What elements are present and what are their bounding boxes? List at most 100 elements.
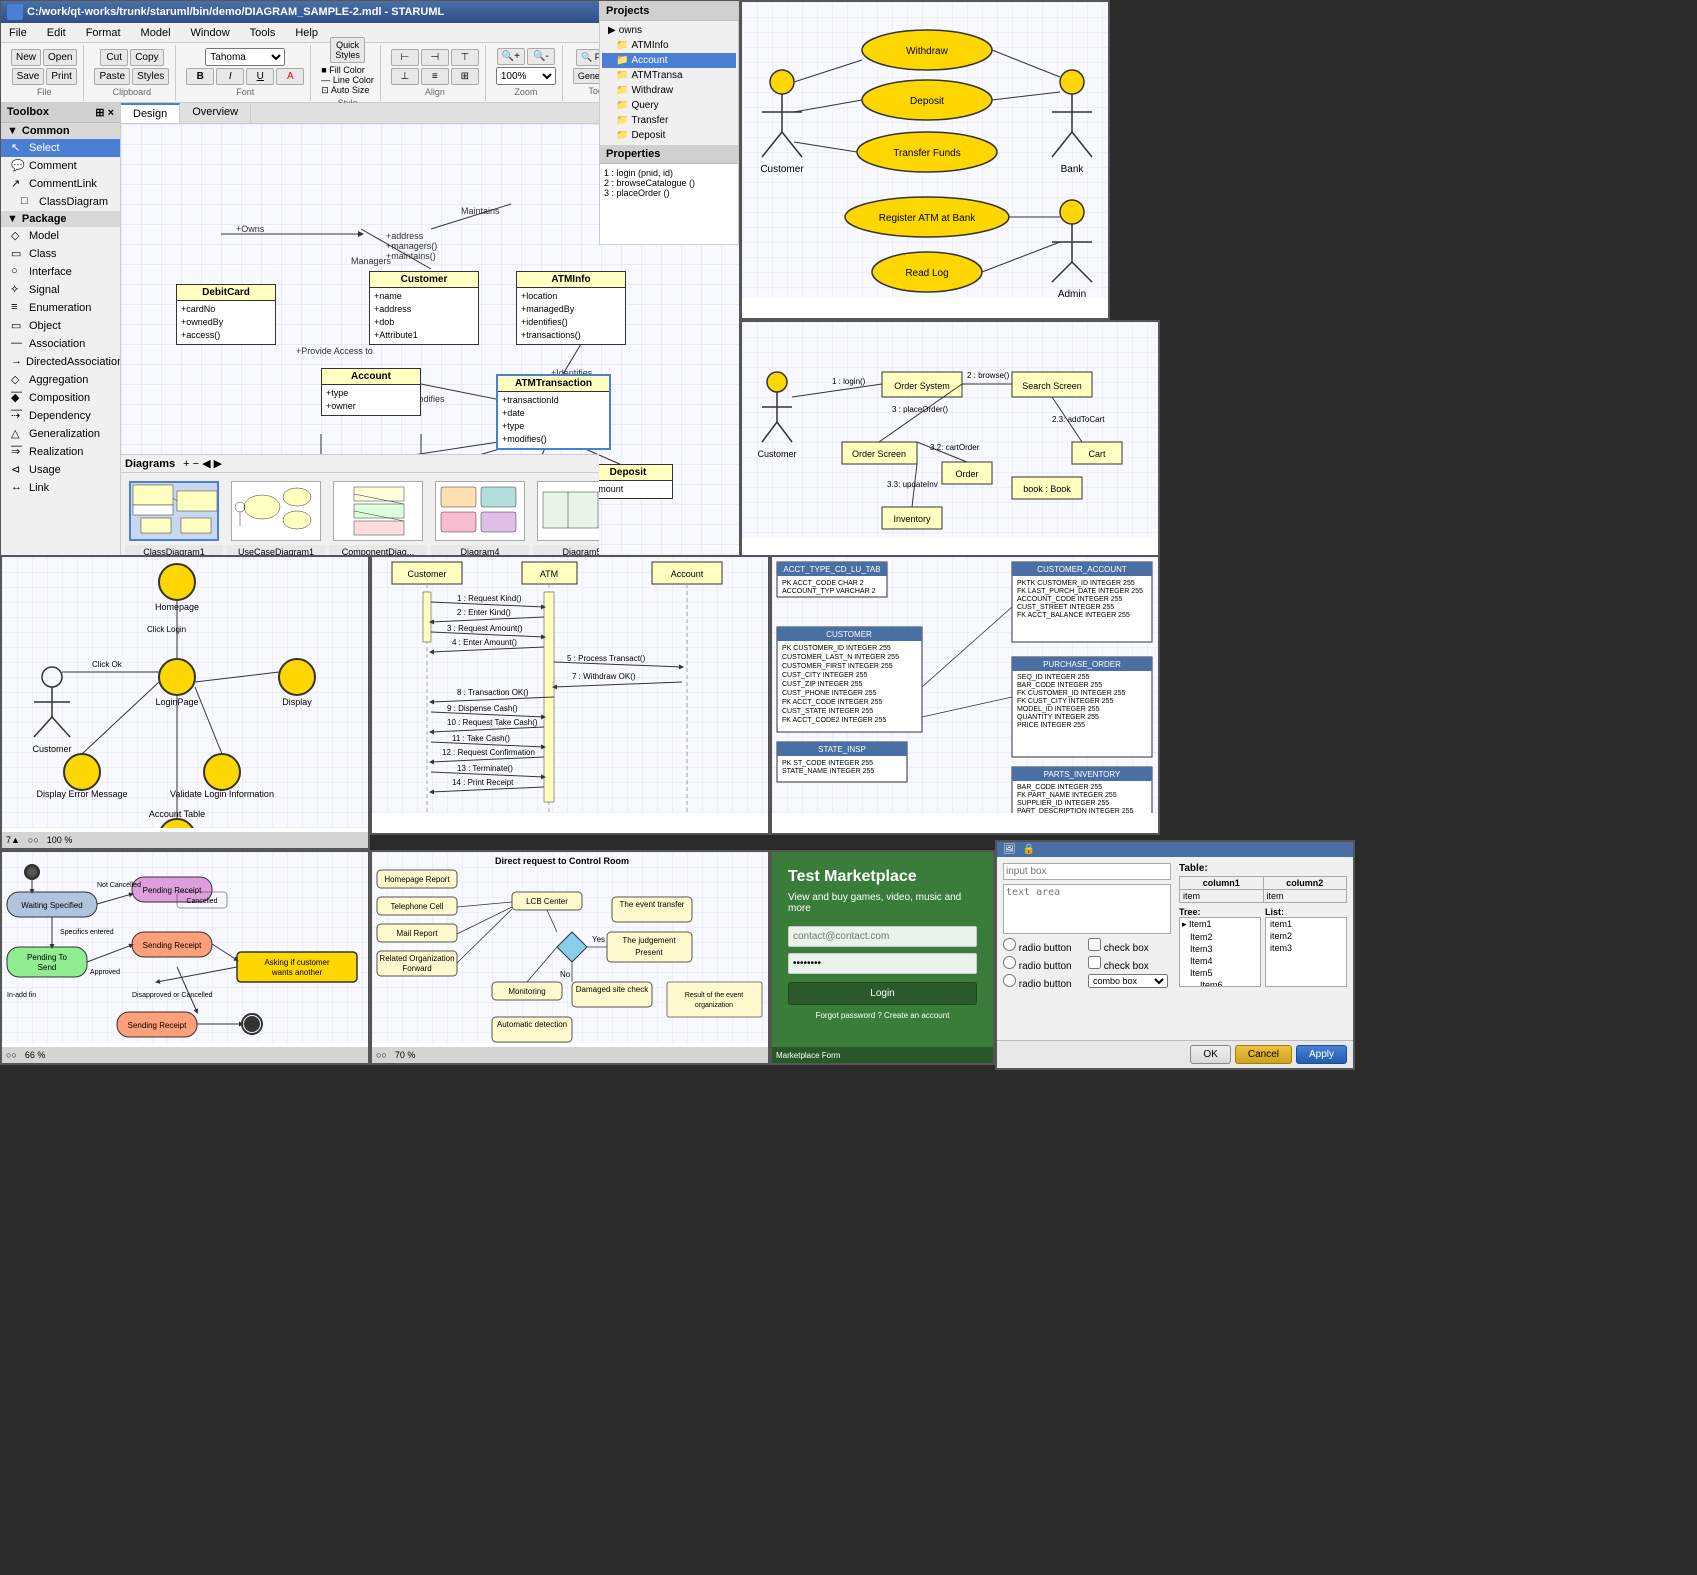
color-button[interactable]: A [276,68,304,85]
class-debitcard[interactable]: DebitCard +cardNo +ownedBy +access() [176,284,276,345]
toolbox-item-generalization[interactable]: △— Generalization [1,425,120,443]
radio-3[interactable] [1003,974,1016,987]
check-label-1[interactable]: check box [1088,938,1171,954]
toolbox-item-composition[interactable]: ◆— Composition [1,389,120,407]
tab-overview[interactable]: Overview [180,103,251,123]
class-account[interactable]: Account +type +owner [321,368,421,416]
underline-button[interactable]: U [246,68,274,85]
radio-label-1[interactable]: radio button [1003,938,1086,954]
tree-list[interactable]: ▸ Item1 Item2 Item3 Item4 Item5 Item6 It… [1179,917,1261,987]
copy-button[interactable]: Copy [130,49,163,66]
marketplace-password-field[interactable] [788,953,977,974]
diagram-thumbnail-3[interactable] [435,481,525,541]
check-1[interactable] [1088,938,1101,951]
list-item-1[interactable]: item1 [1266,918,1346,930]
toolbox-item-select[interactable]: ↖ Select [1,139,120,157]
toolbox-item-aggregation[interactable]: ◇— Aggregation [1,371,120,389]
diagram-thumbnail-4[interactable] [537,481,599,541]
tree-item-1[interactable]: ▸ Item1 [1180,918,1260,931]
toolbox-item-model[interactable]: ◇ Model [1,227,120,245]
diagram-thumb-2[interactable]: ComponentDiag... [329,477,427,559]
marketplace-email-field[interactable] [788,926,977,947]
project-transfer[interactable]: 📁 Transfer [602,113,736,128]
cut-button[interactable]: Cut [100,49,128,66]
menu-format[interactable]: Format [82,25,125,41]
paste-button[interactable]: Paste [94,68,130,85]
diagram-thumbnail-usecase[interactable] [231,481,321,541]
list-item-2[interactable]: item2 [1266,930,1346,942]
font-select[interactable]: Tahoma [205,48,285,66]
zoom-in-button[interactable]: 🔍+ [497,48,525,65]
menu-edit[interactable]: Edit [43,25,70,41]
input-box[interactable] [1003,863,1171,880]
radio-1[interactable] [1003,938,1016,951]
tree-item-6[interactable]: Item6 [1180,979,1260,987]
toolbox-item-link[interactable]: ↔ Link [1,479,120,497]
align-bottom-button[interactable]: ⊞ [451,68,479,85]
zoom-out-button[interactable]: 🔍- [527,48,555,65]
align-middle-button[interactable]: ≡ [421,68,449,85]
tree-item-2[interactable]: Item2 [1180,931,1260,943]
ok-button[interactable]: OK [1190,1045,1230,1064]
toolbox-item-association[interactable]: — Association [1,335,120,353]
menu-window[interactable]: Window [187,25,234,41]
align-left-button[interactable]: ⊢ [391,49,419,66]
email-input[interactable] [788,926,977,947]
check-2[interactable] [1088,956,1101,969]
password-input[interactable] [788,953,977,974]
list-item-3[interactable]: item3 [1266,942,1346,954]
toolbox-item-classdiagram[interactable]: □ ClassDiagram [1,193,120,211]
bold-button[interactable]: B [186,68,214,85]
save-button[interactable]: Save [12,68,45,85]
zoom-select[interactable]: 100% [496,67,556,85]
forgot-password-link[interactable]: Forgot password ? Create an account [788,1011,977,1020]
toolbox-item-interface[interactable]: ○ Interface [1,263,120,281]
new-button[interactable]: New [11,49,41,66]
toolbox-item-signal[interactable]: ⟡ Signal [1,281,120,299]
toolbox-category-common[interactable]: ▼ Common [1,123,120,139]
menu-tools[interactable]: Tools [246,25,280,41]
radio-2[interactable] [1003,956,1016,969]
project-deposit[interactable]: 📁 Deposit [602,128,736,143]
tree-item-5[interactable]: Item5 [1180,967,1260,979]
tree-item-3[interactable]: Item3 [1180,943,1260,955]
open-button[interactable]: Open [43,49,77,66]
toolbox-item-directedassociation[interactable]: → DirectedAssociation [1,353,120,371]
menu-model[interactable]: Model [137,25,175,41]
styles-button[interactable]: Styles [132,68,169,85]
combo-box[interactable]: combo box [1088,974,1168,988]
check-label-2[interactable]: check box [1088,956,1171,972]
toolbox-item-commentlink[interactable]: ↗ CommentLink [1,175,120,193]
align-top-button[interactable]: ⊥ [391,68,419,85]
toolbox-item-realization[interactable]: ⇒ Realization [1,443,120,461]
class-atmtransaction[interactable]: ATMTransaction +transactionId +date +typ… [496,374,611,450]
quick-styles-button[interactable]: QuickStyles [330,37,365,63]
textarea-field[interactable] [1003,884,1171,934]
tab-design[interactable]: Design [121,103,180,123]
diagram-thumb-1[interactable]: UseCaseDiagram1 [227,477,325,559]
class-customer[interactable]: Customer +name +address +dob +Attribute1 [369,271,479,345]
class-atminfo[interactable]: ATMInfo +location +managedBy +identifies… [516,271,626,345]
toolbox-item-class[interactable]: ▭ Class [1,245,120,263]
radio-label-2[interactable]: radio button [1003,956,1086,972]
cancel-button[interactable]: Cancel [1235,1045,1292,1064]
toolbox-item-object[interactable]: ▭ Object [1,317,120,335]
toolbox-category-class[interactable]: ▼ Package [1,211,120,227]
project-query[interactable]: 📁 Query [602,103,736,113]
list-control[interactable]: item1 item2 item3 [1265,917,1347,987]
toolbox-item-usage[interactable]: ⊲ Usage [1,461,120,479]
diagram-thumbnail-component[interactable] [333,481,423,541]
diagram-thumbnail-class[interactable] [129,481,219,541]
italic-button[interactable]: I [216,68,244,85]
print-button[interactable]: Print [46,68,77,85]
apply-button[interactable]: Apply [1296,1045,1347,1064]
radio-label-3[interactable]: radio button [1003,974,1086,990]
menu-help[interactable]: Help [291,25,322,41]
align-right-button[interactable]: ⊤ [451,49,479,66]
menu-file[interactable]: File [5,25,31,41]
align-center-button[interactable]: ⊣ [421,49,449,66]
toolbox-item-enumeration[interactable]: ≡ Enumeration [1,299,120,317]
tree-item-4[interactable]: Item4 [1180,955,1260,967]
diagram-thumb-3[interactable]: Diagram4 [431,477,529,559]
diagram-thumb-4[interactable]: Diagram5 [533,477,599,559]
